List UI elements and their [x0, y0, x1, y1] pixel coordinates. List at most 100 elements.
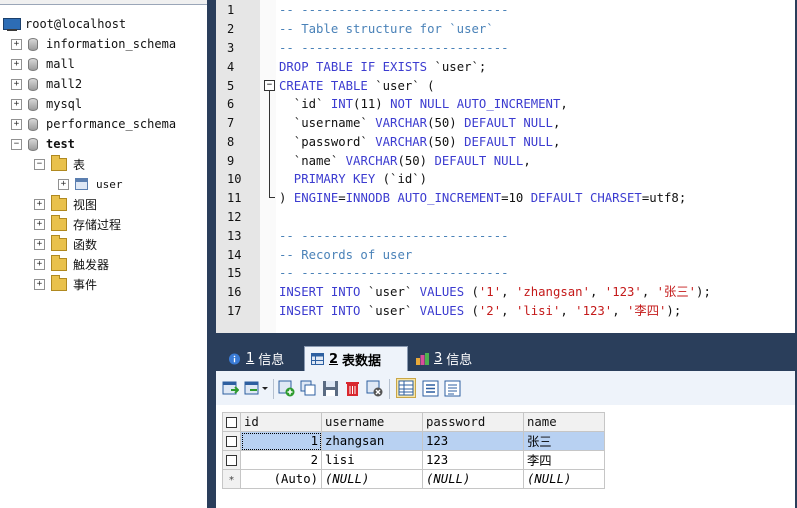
tree-folder-events[interactable]: + 事件 — [34, 274, 97, 294]
server-icon — [3, 17, 21, 31]
toolbar-separator — [389, 379, 390, 399]
host-label: root@localhost — [25, 17, 127, 31]
fold-collapse-icon[interactable]: − — [264, 80, 275, 91]
toolbar-separator — [273, 379, 274, 399]
cell-password[interactable]: 123 — [422, 450, 524, 470]
cell-id[interactable]: 2 — [240, 450, 322, 470]
line-number: 10 — [227, 172, 242, 186]
tree-db-test[interactable]: − test — [11, 134, 75, 154]
expand-icon[interactable]: + — [58, 178, 69, 190]
cell-password[interactable]: 123 — [422, 431, 524, 451]
cell-id[interactable]: (Auto) — [240, 469, 322, 489]
result-grid: id username password name 1 zhangsan 123… — [216, 405, 797, 508]
fold-margin — [260, 0, 276, 333]
horizontal-splitter[interactable] — [216, 333, 797, 343]
tree-db-information-schema[interactable]: + information_schema — [11, 34, 176, 54]
line-number: 8 — [227, 135, 235, 149]
expand-icon[interactable]: + — [34, 278, 45, 290]
asterisk-icon: * — [228, 475, 235, 486]
checkbox[interactable] — [226, 436, 237, 447]
code-token: , — [552, 116, 561, 130]
tab-table-data[interactable]: 2 表数据 — [304, 346, 408, 371]
cell-name[interactable]: 张三 — [523, 431, 605, 451]
cell-name[interactable]: 李四 — [523, 450, 605, 470]
table-row[interactable]: 2 lisi 123 李四 — [222, 450, 605, 470]
folder-icon — [51, 274, 67, 291]
cell-password[interactable]: (NULL) — [422, 469, 524, 489]
expand-icon[interactable]: + — [34, 258, 45, 270]
code-line-3: -- ---------------------------- — [279, 41, 509, 55]
column-header-username[interactable]: username — [321, 412, 423, 432]
checkbox[interactable] — [226, 417, 237, 428]
checkbox[interactable] — [226, 455, 237, 466]
collapse-icon[interactable]: − — [11, 138, 22, 150]
tab-label: 信息 — [446, 353, 473, 368]
expand-icon[interactable]: + — [11, 98, 22, 110]
tree-folder-procedures[interactable]: + 存储过程 — [34, 214, 121, 234]
column-header-password[interactable]: password — [422, 412, 524, 432]
expand-icon[interactable]: + — [11, 58, 22, 70]
tree-db-mysql[interactable]: + mysql — [11, 94, 82, 114]
expand-icon[interactable]: + — [34, 218, 45, 230]
select-all-cell[interactable] — [222, 412, 241, 432]
vertical-splitter[interactable] — [207, 0, 216, 508]
tree-table-user[interactable]: + user — [58, 174, 123, 194]
column-header-name[interactable]: name — [523, 412, 605, 432]
tab-number: 2 — [329, 351, 339, 367]
column-header-id[interactable]: id — [240, 412, 322, 432]
import-icon[interactable] — [244, 380, 261, 397]
tab-profile[interactable]: 3 信息 — [410, 346, 478, 371]
cell-name[interactable]: (NULL) — [523, 469, 605, 489]
object-browser-top-edge — [0, 0, 207, 5]
export-icon[interactable] — [222, 380, 239, 397]
object-browser: root@localhost + information_schema + ma… — [0, 0, 207, 508]
chevron-down-icon[interactable] — [260, 380, 270, 397]
tree-db-mall2[interactable]: + mall2 — [11, 74, 82, 94]
expand-icon[interactable]: + — [34, 238, 45, 250]
tab-info[interactable]: 1 信息 — [222, 346, 290, 371]
tree-host-node[interactable]: root@localhost — [3, 14, 126, 34]
collapse-icon[interactable]: − — [34, 158, 45, 170]
expand-icon[interactable]: + — [11, 78, 22, 90]
expand-icon[interactable]: + — [34, 198, 45, 210]
tree-folder-functions[interactable]: + 函数 — [34, 234, 97, 254]
expand-icon[interactable]: + — [11, 38, 22, 50]
folder-icon — [51, 254, 67, 271]
tree-db-performance-schema[interactable]: + performance_schema — [11, 114, 176, 134]
code-token: DEFAULT NULL — [434, 154, 524, 168]
table-row[interactable]: 1 zhangsan 123 张三 — [222, 431, 605, 451]
code-token: (50) — [397, 154, 435, 168]
delete-icon[interactable] — [344, 380, 361, 397]
cancel-changes-icon[interactable] — [366, 380, 383, 397]
tree-folder-triggers[interactable]: + 触发器 — [34, 254, 109, 274]
cell-username[interactable]: lisi — [321, 450, 423, 470]
text-view-icon[interactable] — [444, 380, 461, 397]
code-token: INSERT INTO — [279, 285, 368, 299]
tree-db-mall[interactable]: + mall — [11, 54, 75, 74]
code-token: `id` — [279, 97, 331, 111]
cell-username[interactable]: (NULL) — [321, 469, 423, 489]
code-line-16: INSERT INTO `user` VALUES ('1', 'zhangsa… — [279, 283, 711, 301]
database-icon — [28, 57, 38, 71]
form-view-icon[interactable] — [422, 380, 439, 397]
code-token: INNODB — [345, 191, 398, 205]
add-row-icon[interactable] — [278, 380, 295, 397]
grid-view-icon[interactable] — [396, 378, 416, 398]
row-select-cell[interactable] — [222, 450, 241, 470]
cell-id[interactable]: 1 — [240, 431, 322, 451]
tree-folder-tables[interactable]: − 表 — [34, 154, 85, 174]
new-row[interactable]: * (Auto) (NULL) (NULL) (NULL) — [222, 469, 605, 489]
tree-folder-views[interactable]: + 视图 — [34, 194, 97, 214]
sql-editor[interactable]: 1 2 3 4 5 6 7 8 9 10 11 12 13 14 15 16 1… — [216, 0, 797, 333]
save-icon[interactable] — [322, 380, 339, 397]
row-select-cell[interactable] — [222, 431, 241, 451]
code-line-9: `name` VARCHAR(50) DEFAULT NULL, — [279, 152, 531, 170]
database-icon — [28, 77, 38, 91]
expand-icon[interactable]: + — [11, 118, 22, 130]
duplicate-row-icon[interactable] — [300, 380, 317, 397]
db-label: test — [46, 137, 75, 151]
code-token: , — [560, 304, 576, 318]
code-token: `user`; — [434, 60, 487, 74]
code-line-15: -- ---------------------------- — [279, 266, 509, 280]
cell-username[interactable]: zhangsan — [321, 431, 423, 451]
